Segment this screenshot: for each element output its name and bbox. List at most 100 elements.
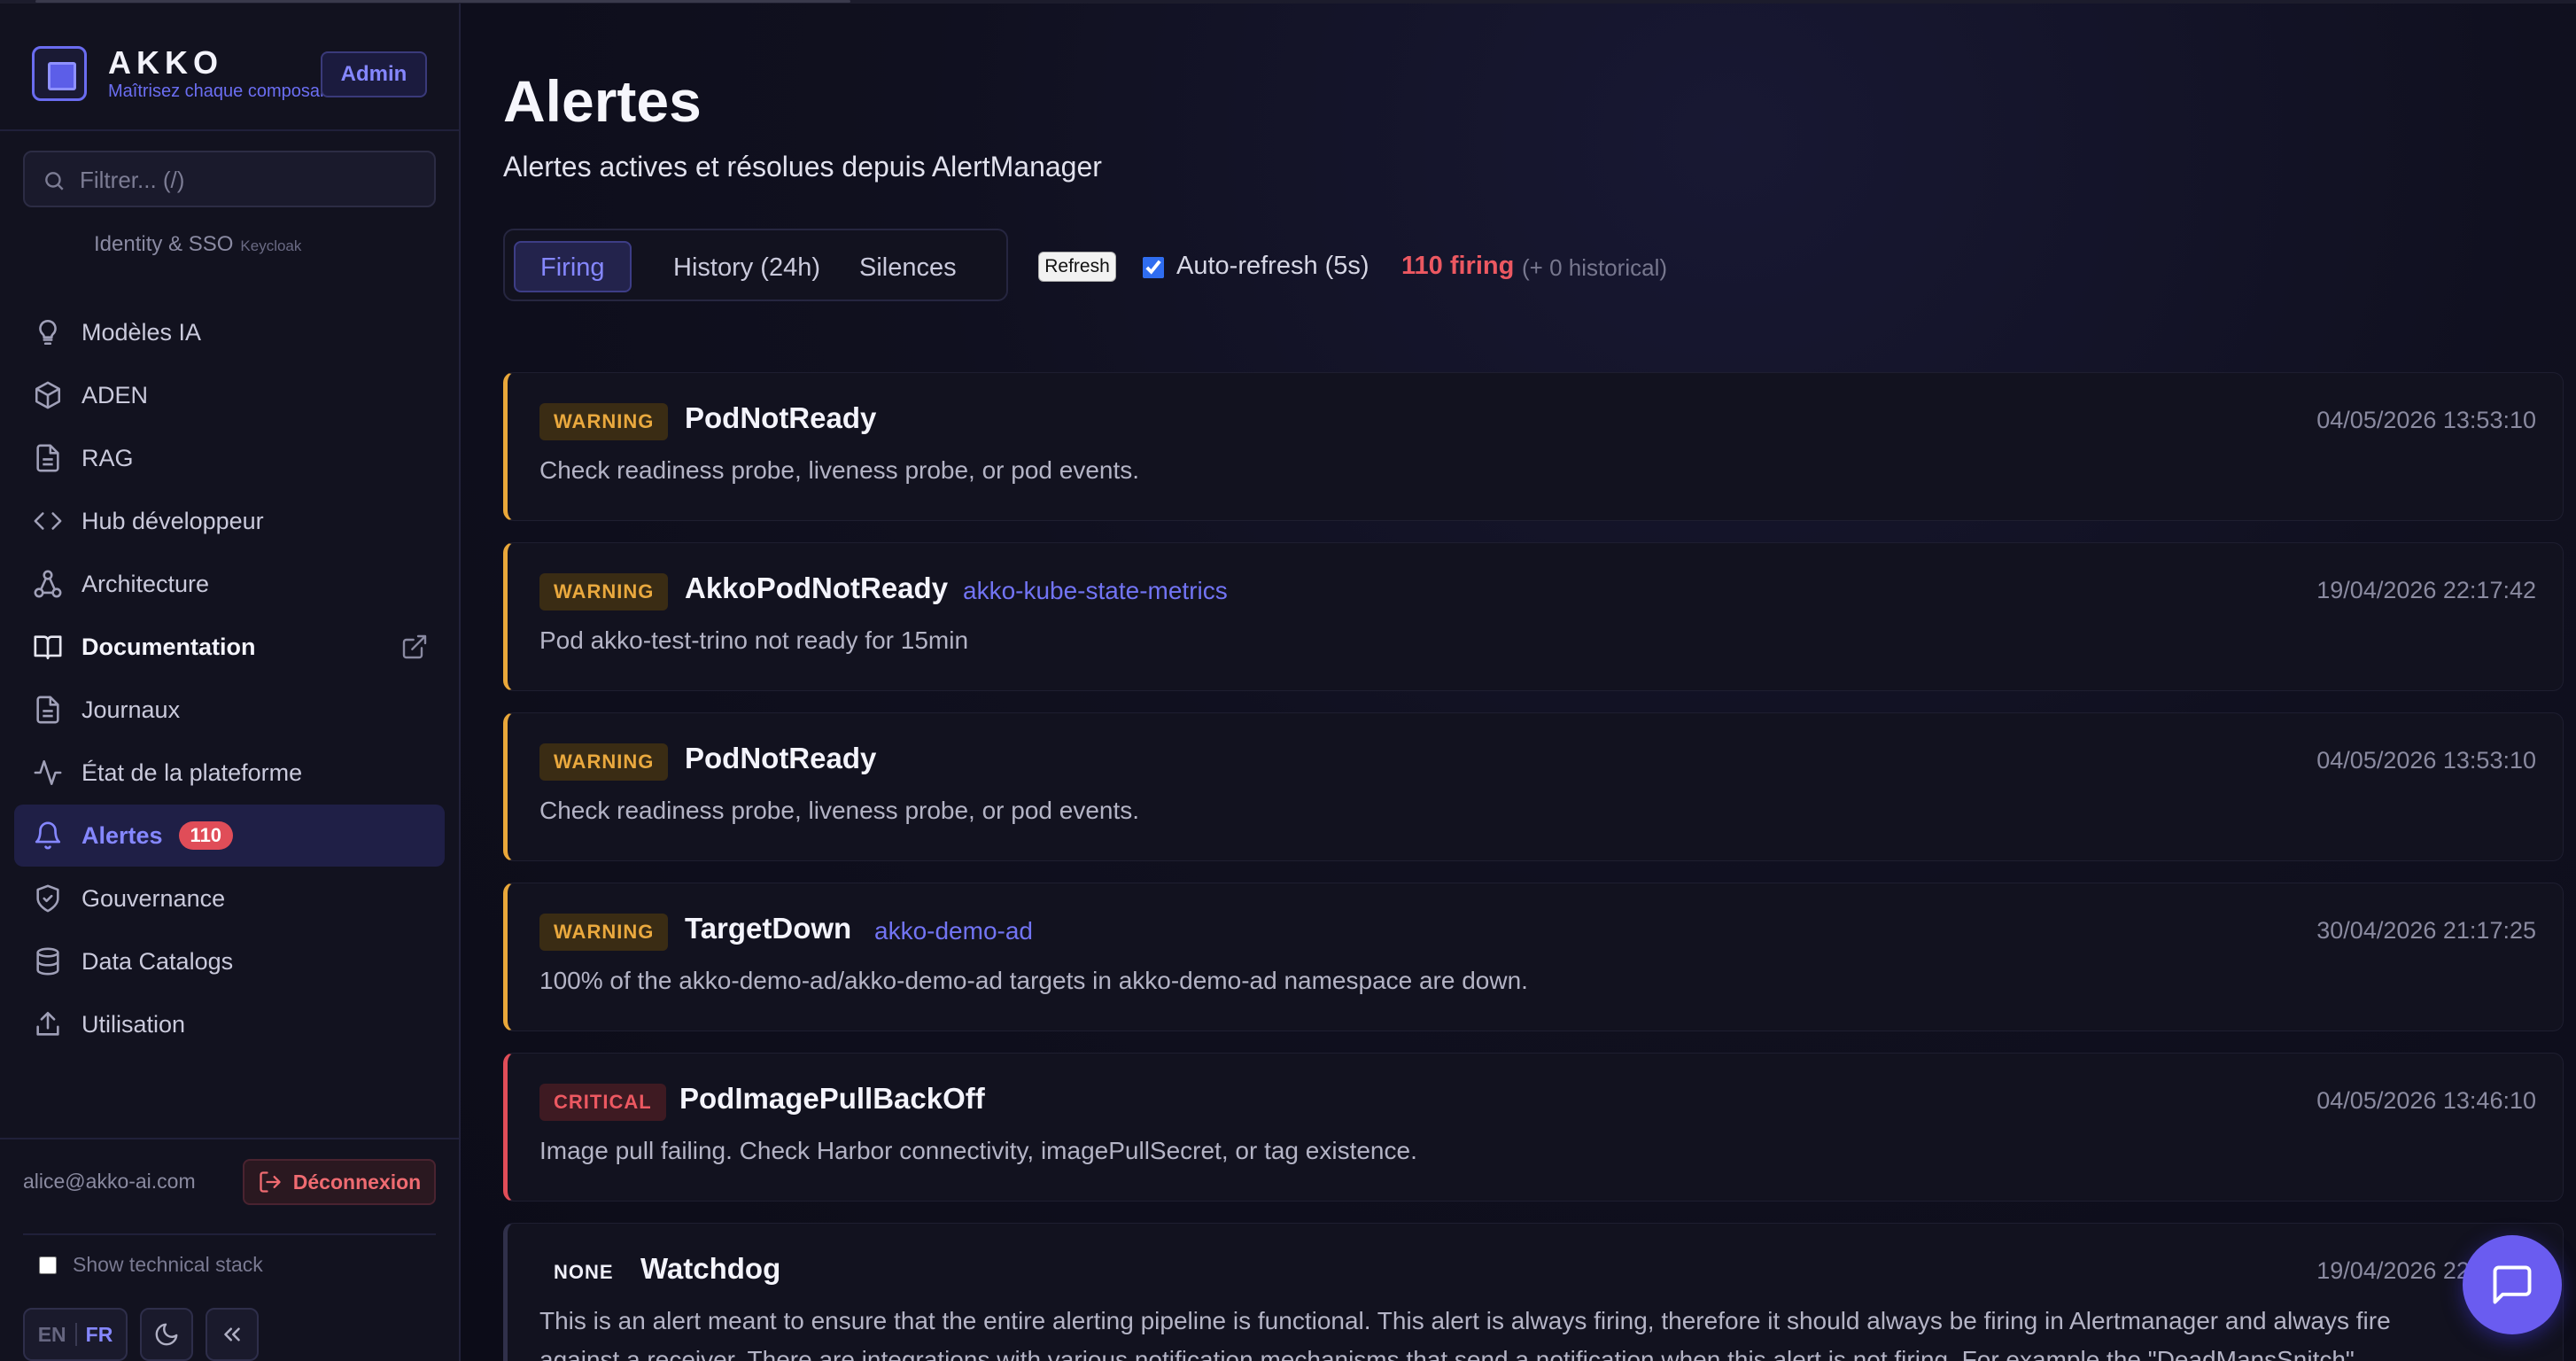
severity-badge: WARNING [539,914,669,951]
code-icon [32,505,64,537]
sidebar-item-label: Utilisation [81,1010,186,1038]
tab-history[interactable]: History (24h) [647,241,847,292]
sidebar-item-label: Architecture [81,570,210,597]
severity-badge: WARNING [539,573,669,611]
alert-time: 04/05/2026 13:53:10 [2316,407,2536,433]
tech-stack-checkbox[interactable] [39,1256,57,1274]
identity-sso-item[interactable]: Identity & SSO Keycloak [94,232,301,257]
alert-name: AkkoPodNotReady [685,572,949,604]
lang-en[interactable]: EN [38,1323,66,1347]
language-switcher[interactable]: EN FR [23,1308,128,1361]
sidebar-item-utilisation[interactable]: Utilisation [14,993,445,1055]
identity-sublabel: Keycloak [240,237,302,254]
auto-refresh-label: Auto-refresh (5s) [1176,252,1369,280]
sidebar-item-gouvernance[interactable]: Gouvernance [14,867,445,929]
sidebar-item-rag[interactable]: RAG [14,427,445,489]
sidebar-nav: Modèles IA ADEN RAG Hub développeur Arch… [14,301,445,1056]
sidebar-item-label: État de la plateforme [81,758,303,786]
severity-badge: CRITICAL [539,1084,666,1121]
sidebar-item-label: Modèles IA [81,318,202,346]
cube-icon [32,379,64,411]
shield-icon [32,883,64,914]
tech-stack-toggle[interactable]: Show technical stack [39,1253,263,1277]
user-email: alice@akko-ai.com [23,1170,196,1193]
alert-name: PodNotReady [685,401,877,434]
logout-button[interactable]: Déconnexion [243,1159,436,1205]
alert-card[interactable]: CRITICAL PodImagePullBackOff 04/05/2026 … [503,1053,2564,1202]
sidebar-item-hub-developpeur[interactable]: Hub développeur [14,490,445,552]
chevrons-left-icon [224,1327,240,1342]
sidebar-item-label: Documentation [81,633,256,660]
sidebar-item-label: Hub développeur [81,507,264,534]
sidebar-item-label: Data Catalogs [81,947,234,975]
sidebar: AKKO Maîtrisez chaque composant Admin Id… [0,4,461,1361]
lang-separator [74,1323,77,1346]
sidebar-item-label: Journaux [81,696,181,723]
refresh-button[interactable]: Refresh [1038,252,1116,282]
alert-tabs: Firing History (24h) Silences [503,229,1008,301]
alert-card[interactable]: WARNING PodNotReady 04/05/2026 13:53:10 … [503,372,2564,521]
main-content: Alertes Alertes actives et résolues depu… [461,4,2576,1361]
sidebar-footer-buttons: EN FR [23,1308,259,1361]
alert-description: Check readiness probe, liveness probe, o… [539,456,1140,484]
sidebar-item-label: Alertes [81,821,163,849]
historical-count: (+ 0 historical) [1522,254,1667,281]
sidebar-item-documentation[interactable]: Documentation [14,616,445,678]
activity-icon [32,757,64,789]
alert-card[interactable]: WARNING TargetDown akko-demo-ad 30/04/20… [503,883,2564,1031]
moon-icon [155,1323,178,1346]
alert-time: 04/05/2026 13:46:10 [2316,1087,2536,1114]
identity-label: Identity & SSO [94,232,234,256]
database-icon [32,945,64,977]
search-icon [45,172,64,191]
alert-description: Pod akko-test-trino not ready for 15min [539,626,969,654]
alert-description: This is an alert meant to ensure that th… [539,1307,2391,1334]
sidebar-filter [23,151,436,207]
logout-icon [260,1171,281,1193]
brand-name: AKKO [108,44,223,81]
theme-toggle-button[interactable] [140,1308,193,1361]
alert-card[interactable]: WARNING AkkoPodNotReady akko-kube-state-… [503,542,2564,691]
sidebar-item-etat-plateforme[interactable]: État de la plateforme [14,742,445,804]
page-title: Alertes [503,68,702,134]
divider [0,1138,459,1139]
sidebar-item-architecture[interactable]: Architecture [14,553,445,615]
sidebar-item-label: RAG [81,444,134,471]
brand-tagline: Maîtrisez chaque composant [108,82,330,101]
alert-card[interactable]: WARNING PodNotReady 04/05/2026 13:53:10 … [503,712,2564,861]
alert-card[interactable]: NONE Watchdog 19/04/2026 22:17:42 This i… [503,1223,2564,1361]
external-link-icon[interactable] [400,633,429,661]
sidebar-item-aden[interactable]: ADEN [14,364,445,426]
alert-name: PodImagePullBackOff [679,1082,985,1115]
chat-button[interactable] [2463,1235,2562,1334]
tab-firing[interactable]: Firing [514,241,632,292]
alert-job-link[interactable]: akko-demo-ad [874,917,1033,945]
auto-refresh-checkbox[interactable] [1143,257,1164,278]
admin-role-badge: Admin [321,51,427,97]
sidebar-item-alertes[interactable]: Alertes 110 [14,805,445,867]
top-scrollbar[interactable] [35,0,850,3]
sidebar-item-journaux[interactable]: Journaux [14,679,445,741]
tab-silences[interactable]: Silences [833,241,983,292]
bell-icon [32,820,64,852]
sidebar-item-data-catalogs[interactable]: Data Catalogs [14,930,445,992]
filter-input[interactable] [80,163,425,197]
alert-time: 30/04/2026 21:17:25 [2316,917,2536,944]
lang-fr[interactable]: FR [86,1323,113,1347]
divider [0,129,459,131]
severity-badge: NONE [554,1261,614,1283]
collapse-sidebar-button[interactable] [206,1308,259,1361]
sidebar-item-label: Gouvernance [81,884,226,912]
alert-job-link[interactable]: akko-kube-state-metrics [963,577,1228,605]
akko-logo-icon[interactable] [32,46,87,101]
alert-description: 100% of the akko-demo-ad/akko-demo-ad ta… [539,967,1528,994]
alert-description: Image pull failing. Check Harbor connect… [539,1137,1417,1164]
alert-description-continued: against a receiver. There are integratio… [539,1346,2355,1361]
firing-count: 110 firing [1401,252,1515,280]
lightbulb-icon [32,316,64,348]
sidebar-item-modeles-ia[interactable]: Modèles IA [14,301,445,363]
alert-time: 19/04/2026 22:17:42 [2316,577,2536,603]
severity-badge: WARNING [539,743,669,781]
book-icon [32,631,64,663]
file-icon [32,694,64,726]
